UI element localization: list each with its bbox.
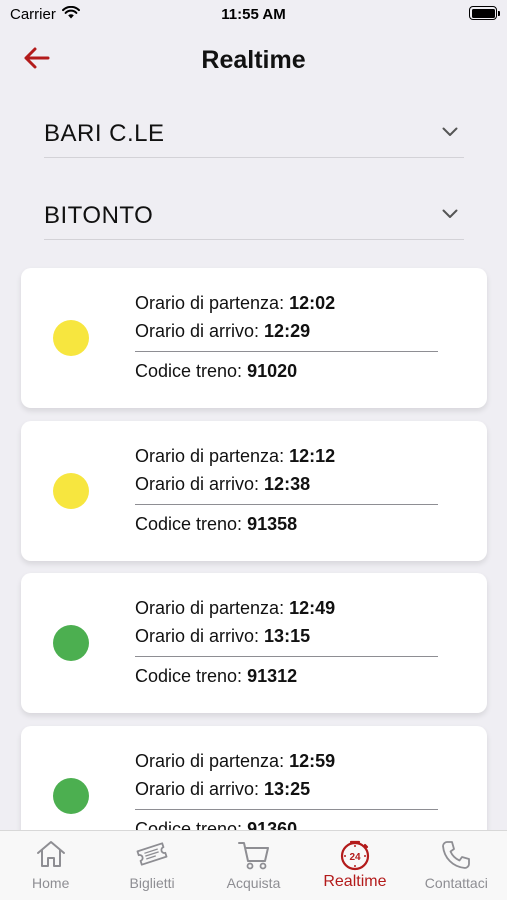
departure-row: Orario di partenza: 12:49 [135, 598, 336, 618]
train-card[interactable]: Orario di partenza: 12:12 Orario di arri… [21, 421, 487, 561]
train-card[interactable]: Orario di partenza: 12:59 Orario di arri… [21, 726, 487, 830]
train-info: Orario di partenza: 12:02 Orario di arri… [135, 291, 438, 387]
ticket-icon [101, 839, 202, 871]
status-dot-icon [53, 320, 89, 356]
train-code-row: Codice treno: 91358 [135, 514, 298, 534]
train-list[interactable]: Orario di partenza: 12:02 Orario di arri… [0, 266, 507, 830]
arrival-time: 13:15 [264, 626, 311, 646]
svg-text:24: 24 [349, 852, 361, 863]
train-code: 91360 [247, 819, 298, 830]
train-code: 91312 [247, 666, 298, 686]
arrival-row: Orario di arrivo: 13:25 [135, 779, 311, 799]
departure-row: Orario di partenza: 12:59 [135, 751, 336, 771]
tab-biglietti[interactable]: Biglietti [101, 831, 202, 900]
tab-home[interactable]: Home [0, 831, 101, 900]
divider [135, 656, 438, 657]
header: Realtime [0, 38, 507, 84]
departure-time: 12:02 [289, 293, 336, 313]
arrival-station-value: BITONTO [44, 202, 154, 229]
divider [135, 504, 438, 505]
status-time: 11:55 AM [221, 6, 286, 23]
train-code: 91358 [247, 514, 298, 534]
departure-station-select[interactable]: BARI C.LE [44, 112, 464, 158]
tab-contattaci[interactable]: Contattaci [406, 831, 507, 900]
battery-icon [469, 6, 500, 20]
arrival-time: 12:29 [264, 321, 311, 341]
train-card[interactable]: Orario di partenza: 12:49 Orario di arri… [21, 573, 487, 713]
tab-label: Realtime [323, 873, 387, 890]
departure-time: 12:59 [289, 751, 336, 771]
clock-24-icon: 24 [304, 839, 405, 871]
page-title: Realtime [201, 46, 306, 74]
train-info: Orario di partenza: 12:49 Orario di arri… [135, 596, 438, 692]
arrival-time: 12:38 [264, 474, 311, 494]
divider [135, 809, 438, 810]
tab-label: Biglietti [129, 875, 175, 891]
departure-row: Orario di partenza: 12:02 [135, 293, 336, 313]
status-dot-icon [53, 625, 89, 661]
departure-time: 12:49 [289, 598, 336, 618]
chevron-down-icon [442, 206, 458, 224]
train-code-row: Codice treno: 91020 [135, 361, 298, 381]
chevron-down-icon [442, 124, 458, 142]
train-card[interactable]: Orario di partenza: 12:02 Orario di arri… [21, 268, 487, 408]
arrival-station-select[interactable]: BITONTO [44, 194, 464, 240]
departure-row: Orario di partenza: 12:12 [135, 446, 336, 466]
tab-realtime[interactable]: 24 Realtime [304, 831, 405, 900]
train-info: Orario di partenza: 12:59 Orario di arri… [135, 749, 438, 830]
status-dot-icon [53, 473, 89, 509]
tab-label: Contattaci [424, 875, 488, 891]
train-info: Orario di partenza: 12:12 Orario di arri… [135, 444, 438, 540]
arrival-row: Orario di arrivo: 12:29 [135, 321, 311, 341]
tab-label: Acquista [226, 875, 281, 891]
departure-time: 12:12 [289, 446, 336, 466]
train-code: 91020 [247, 361, 298, 381]
arrival-time: 13:25 [264, 779, 311, 799]
tab-bar: Home Biglietti Acquista 24 Realtime Cont… [0, 830, 507, 900]
train-code-row: Codice treno: 91312 [135, 666, 298, 686]
arrival-row: Orario di arrivo: 13:15 [135, 626, 311, 646]
train-code-row: Codice treno: 91360 [135, 817, 438, 830]
phone-icon [406, 839, 507, 871]
status-dot-icon [53, 778, 89, 814]
tab-acquista[interactable]: Acquista [203, 831, 304, 900]
divider [135, 351, 438, 352]
arrival-row: Orario di arrivo: 12:38 [135, 474, 311, 494]
tab-label: Home [32, 875, 70, 891]
departure-station-value: BARI C.LE [44, 120, 165, 147]
cart-icon [203, 839, 304, 871]
home-icon [0, 839, 101, 871]
status-bar: Carrier 11:55 AM [0, 0, 507, 30]
